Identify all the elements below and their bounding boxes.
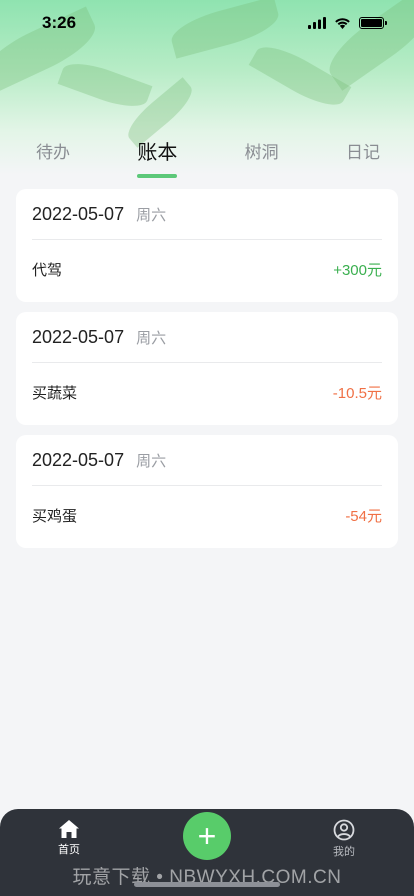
status-icons <box>308 17 387 29</box>
signal-icon <box>308 17 326 29</box>
entry-date: 2022-05-07 <box>32 203 125 224</box>
tabbar-home-label: 首页 <box>58 844 80 856</box>
home-icon <box>59 820 79 838</box>
entry-date: 2022-05-07 <box>32 449 125 470</box>
wifi-icon <box>335 18 350 29</box>
battery-icon <box>359 17 387 29</box>
card-body: 代驾 +300元 <box>32 240 382 298</box>
ledger-card[interactable]: 2022-05-07 周六 买鸡蛋 -54元 <box>16 435 398 548</box>
ledger-list: 2022-05-07 周六 代驾 +300元 2022-05-07 周六 买蔬菜… <box>16 189 398 558</box>
ledger-card[interactable]: 2022-05-07 周六 买蔬菜 -10.5元 <box>16 312 398 425</box>
entry-item: 买鸡蛋 <box>32 507 78 525</box>
entry-item: 代驾 <box>32 261 63 279</box>
entry-amount: -54元 <box>345 507 382 525</box>
add-button[interactable]: + <box>183 812 231 860</box>
tab-diary[interactable]: 日记 <box>346 138 380 180</box>
card-body: 买鸡蛋 -54元 <box>32 486 382 544</box>
tab-tree-hole[interactable]: 树洞 <box>245 138 279 180</box>
home-indicator <box>134 882 280 887</box>
card-body: 买蔬菜 -10.5元 <box>32 363 382 421</box>
entry-amount: +300元 <box>333 261 382 279</box>
entry-amount: -10.5元 <box>332 384 382 402</box>
entry-weekday: 周六 <box>136 329 167 347</box>
user-icon <box>333 819 355 841</box>
card-header: 2022-05-07 周六 <box>32 435 382 486</box>
tab-todo[interactable]: 待办 <box>36 138 70 180</box>
ledger-card[interactable]: 2022-05-07 周六 代驾 +300元 <box>16 189 398 302</box>
status-bar: 3:26 <box>0 0 414 46</box>
entry-item: 买蔬菜 <box>32 384 78 402</box>
top-tabs: 待办 账本 树洞 日记 <box>0 138 414 182</box>
tabbar-mine[interactable]: 我的 <box>314 819 374 859</box>
entry-weekday: 周六 <box>136 452 167 470</box>
card-header: 2022-05-07 周六 <box>32 189 382 240</box>
entry-weekday: 周六 <box>136 206 167 224</box>
status-time: 3:26 <box>42 13 77 32</box>
tabbar-home[interactable]: 首页 <box>39 819 99 857</box>
tab-ledger[interactable]: 账本 <box>137 138 178 180</box>
entry-date: 2022-05-07 <box>32 326 125 347</box>
tabbar-mine-label: 我的 <box>333 846 355 858</box>
card-header: 2022-05-07 周六 <box>32 312 382 363</box>
